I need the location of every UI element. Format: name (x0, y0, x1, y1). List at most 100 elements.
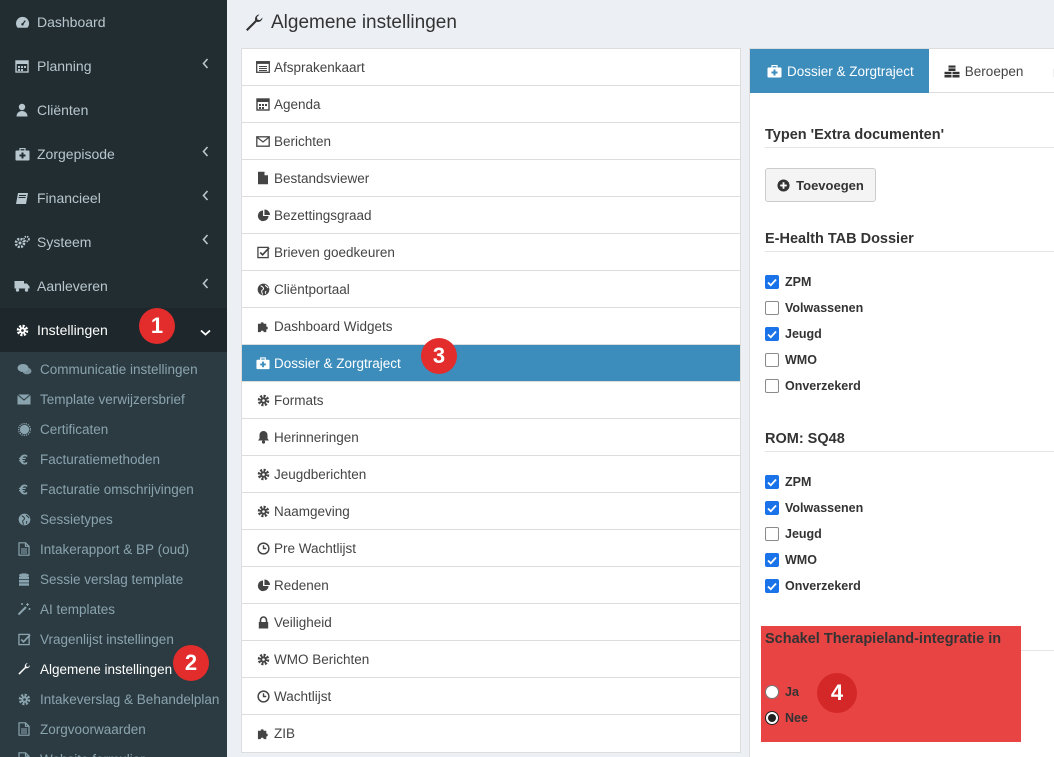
comments-icon (16, 361, 32, 377)
settings-list-label: Redenen (274, 577, 329, 593)
cubes-icon (944, 63, 960, 79)
checkbox[interactable] (765, 379, 779, 393)
step-badge-1: 1 (139, 308, 175, 344)
checkbox-option-onverzekerd[interactable]: Onverzekerd (765, 379, 861, 393)
calendar-icon (14, 58, 30, 74)
settings-list-item-veiligheid[interactable]: Veiligheid (242, 604, 740, 641)
gear-icon (256, 393, 270, 407)
submenu-item-intakeverslag-behandelplan[interactable]: Intakeverslag & Behandelplan (0, 684, 227, 714)
checkbox[interactable] (765, 353, 779, 367)
add-document-type-button[interactable]: Toevoegen (765, 168, 876, 202)
checkbox[interactable] (765, 301, 779, 315)
submenu-item-website-formulier[interactable]: Website formulier (0, 744, 227, 757)
settings-list-label: Dashboard Widgets (274, 318, 393, 334)
radio-option-ja[interactable]: Ja (765, 685, 799, 699)
settings-list-item-afsprakenkaart[interactable]: Afsprakenkaart (242, 49, 740, 86)
checkbox-option-wmo[interactable]: WMO (765, 353, 817, 367)
settings-list-item-agenda[interactable]: Agenda (242, 86, 740, 123)
tab-dossier-zorgtraject[interactable]: Dossier & Zorgtraject (750, 49, 929, 93)
submenu-item-facturatie-omschrijvingen[interactable]: € Facturatie omschrijvingen (0, 474, 227, 504)
checkbox-label: Onverzekerd (785, 379, 861, 393)
sidebar-item-zorgepisode[interactable]: Zorgepisode (0, 132, 227, 176)
svg-text:€: € (18, 483, 28, 496)
settings-list-item-wmo-berichten[interactable]: WMO Berichten (242, 641, 740, 678)
page-title: Algemene instellingen (244, 12, 457, 34)
medkit-icon (766, 63, 782, 79)
settings-list-item-zib[interactable]: ZIB (242, 715, 740, 752)
settings-list-item-wachtlijst[interactable]: Wachtlijst (242, 678, 740, 715)
settings-list-item-dossier-zorgtraject[interactable]: Dossier & Zorgtraject (242, 345, 740, 382)
checkbox[interactable] (765, 275, 779, 289)
sidebar-item-systeem[interactable]: Systeem (0, 220, 227, 264)
checkbox-option-wmo[interactable]: WMO (765, 553, 817, 567)
ehealth-title: E-Health TAB Dossier (765, 231, 914, 247)
step-badge-2: 2 (173, 645, 209, 681)
submenu-item-label: AI templates (40, 601, 116, 617)
gear-icon (256, 467, 270, 481)
settings-list-item-berichten[interactable]: Berichten (242, 123, 740, 160)
settings-list-item-brieven-goedkeuren[interactable]: Brieven goedkeuren (242, 234, 740, 271)
submenu-item-facturatiemethoden[interactable]: € Facturatiemethoden (0, 444, 227, 474)
settings-list-item-naamgeving[interactable]: Naamgeving (242, 493, 740, 530)
submenu-item-ai-templates[interactable]: AI templates (0, 594, 227, 624)
settings-list-item-formats[interactable]: Formats (242, 382, 740, 419)
checkbox-option-onverzekerd[interactable]: Onverzekerd (765, 579, 861, 593)
settings-list-item-jeugdberichten[interactable]: Jeugdberichten (242, 456, 740, 493)
checkbox[interactable] (765, 327, 779, 341)
sidebar-item-instellingen[interactable]: Instellingen (0, 308, 227, 352)
settings-list-item-redenen[interactable]: Redenen (242, 567, 740, 604)
submenu-item-sessie-verslag-template[interactable]: Sessie verslag template (0, 564, 227, 594)
settings-list-item-herinneringen[interactable]: Herinneringen (242, 419, 740, 456)
settings-list-label: Formats (274, 392, 324, 408)
checkbox[interactable] (765, 475, 779, 489)
radio-button[interactable] (765, 685, 779, 699)
gear-icon (256, 652, 270, 666)
settings-list-label: Brieven goedkeuren (274, 244, 395, 260)
submenu-item-sessietypes[interactable]: Sessietypes (0, 504, 227, 534)
settings-list-item-cli-ntportaal[interactable]: Cliëntportaal (242, 271, 740, 308)
checkbox[interactable] (765, 501, 779, 515)
checkbox-option-jeugd[interactable]: Jeugd (765, 527, 822, 541)
checkbox-option-jeugd[interactable]: Jeugd (765, 327, 822, 341)
sidebar-item-aanleveren[interactable]: Aanleveren (0, 264, 227, 308)
chevron-left-icon (202, 58, 209, 72)
gear-icon (16, 691, 32, 707)
checkbox[interactable] (765, 553, 779, 567)
submenu-item-certificaten[interactable]: Certificaten (0, 414, 227, 444)
tab-more[interactable] (1037, 49, 1054, 93)
sidebar-item-dashboard[interactable]: Dashboard (0, 0, 227, 44)
magic-wand-icon (16, 601, 32, 617)
dashboard-icon (14, 14, 30, 30)
checkbox[interactable] (765, 579, 779, 593)
submenu-item-label: Intakeverslag & Behandelplan (40, 691, 220, 707)
submenu-item-intakerapport-bp-oud[interactable]: Intakerapport & BP (oud) (0, 534, 227, 564)
checkbox-option-volwassenen[interactable]: Volwassenen (765, 301, 863, 315)
settings-list-item-bezettingsgraad[interactable]: Bezettingsgraad (242, 197, 740, 234)
sidebar-item-label: Dashboard (37, 14, 106, 30)
radio-option-nee[interactable]: Nee (765, 711, 808, 725)
settings-list-label: ZIB (274, 726, 296, 741)
settings-list-item-bestandsviewer[interactable]: Bestandsviewer (242, 160, 740, 197)
checkbox-option-zpm[interactable]: ZPM (765, 475, 811, 489)
submenu-item-communicatie-instellingen[interactable]: Communicatie instellingen (0, 354, 227, 384)
radio-button[interactable] (765, 711, 779, 725)
tab-beroepen[interactable]: Beroepen (929, 49, 1038, 93)
submenu-item-zorgvoorwaarden[interactable]: Zorgvoorwaarden (0, 714, 227, 744)
medkit-icon (14, 146, 30, 162)
sidebar-item-financieel[interactable]: Financieel (0, 176, 227, 220)
sidebar-item-planning[interactable]: Planning (0, 44, 227, 88)
sidebar-item-cli-nten[interactable]: Cliënten (0, 88, 227, 132)
checkbox-option-volwassenen[interactable]: Volwassenen (765, 501, 863, 515)
checkbox-label: Volwassenen (785, 501, 864, 515)
chevron-left-icon (202, 278, 209, 292)
checkbox[interactable] (765, 527, 779, 541)
globe-icon (16, 511, 32, 527)
submenu-item-label: Facturatiemethoden (40, 451, 161, 467)
submenu-item-template-verwijzersbrief[interactable]: Template verwijzersbrief (0, 384, 227, 414)
settings-list-item-pre-wachtlijst[interactable]: Pre Wachtlijst (242, 530, 740, 567)
settings-list-label: Bestandsviewer (274, 170, 370, 186)
sidebar-item-label: Zorgepisode (37, 146, 115, 162)
settings-list-item-dashboard-widgets[interactable]: Dashboard Widgets (242, 308, 740, 345)
checkbox-option-zpm[interactable]: ZPM (765, 275, 811, 289)
globe-icon (256, 282, 270, 296)
